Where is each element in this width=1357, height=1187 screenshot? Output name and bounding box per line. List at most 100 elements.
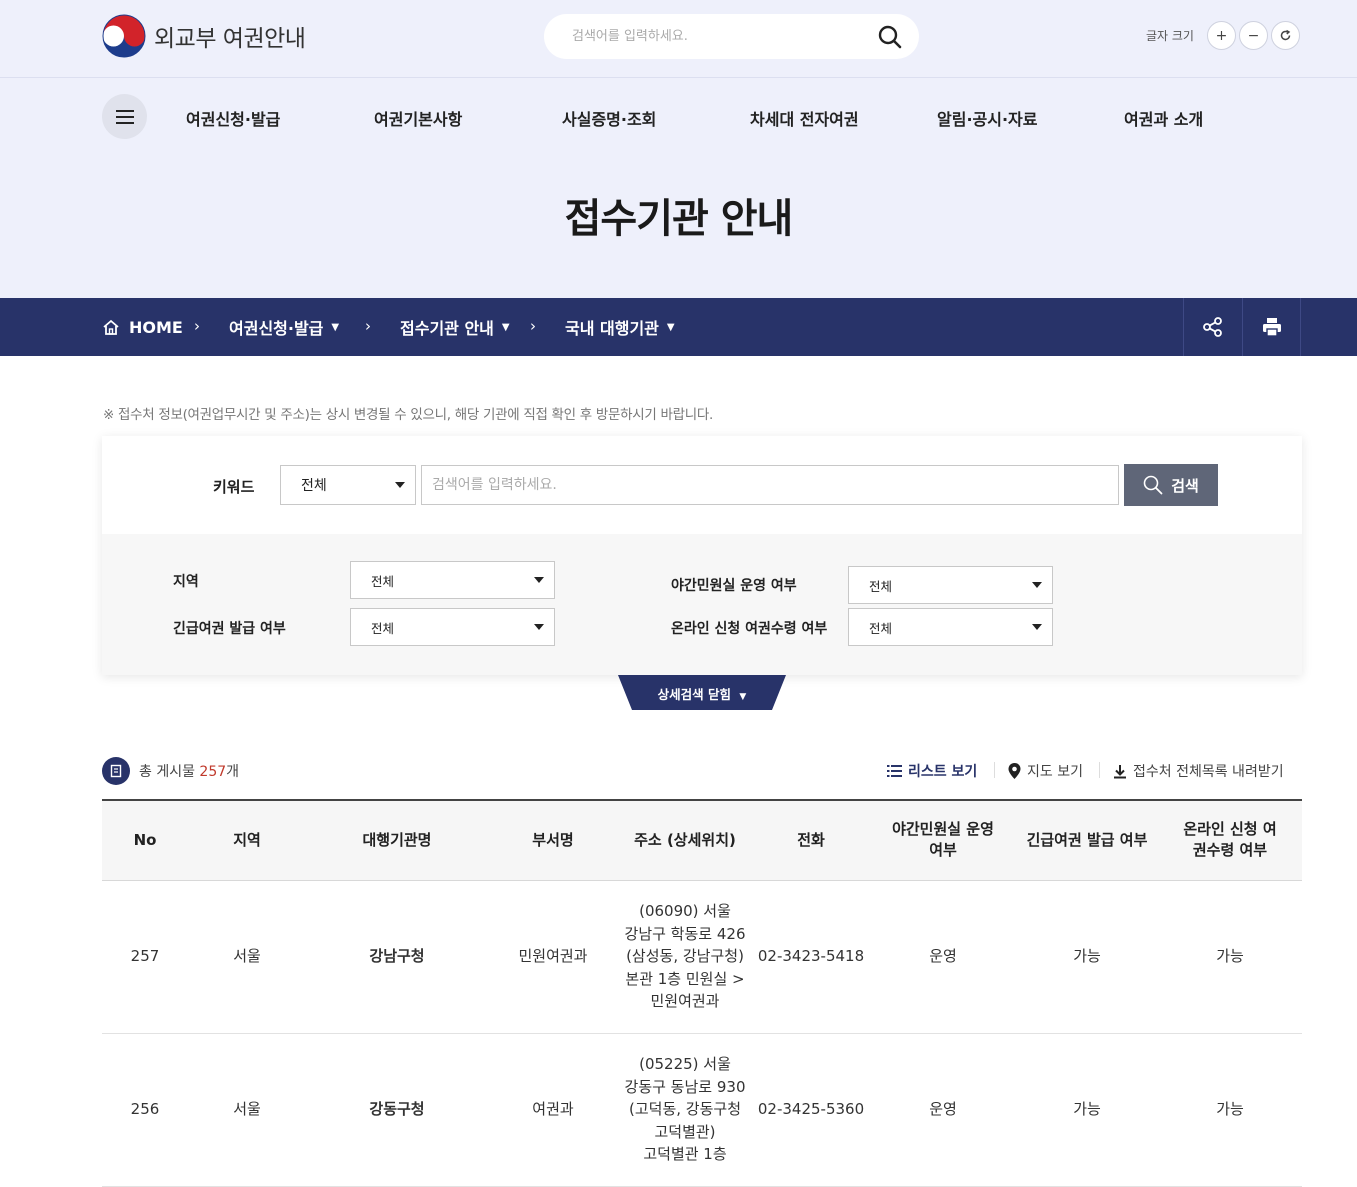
gnb-item-passport-basics[interactable]: 여권기본사항 [374, 106, 462, 130]
chevron-right-icon: › [530, 317, 536, 335]
filter-select-region[interactable]: 전체 [350, 561, 555, 599]
address-line: (05225) 서울 [639, 1055, 731, 1074]
font-size-label: 글자 크기 [1146, 29, 1194, 43]
keyword-type-select[interactable]: 전체 [280, 465, 416, 505]
cell-agency-name[interactable]: 강남구청 [306, 880, 488, 1034]
keyword-input[interactable] [421, 465, 1119, 505]
detail-search-area: 지역 전체 야간민원실 운영 여부 전체 긴급여권 발급 여부 전체 온라인 신… [102, 534, 1302, 675]
top-bar: 외교부 여권안내 글자 크기 + − [0, 0, 1357, 78]
map-view-label: 지도 보기 [1027, 764, 1083, 780]
breadcrumb-level3-label: 국내 대행기관 [565, 319, 659, 338]
agency-table: No 지역 대행기관명 부서명 주소 (상세위치) 전화 야간민원실 운영 여부… [102, 799, 1302, 1187]
gnb-item-passport-apply[interactable]: 여권신청·발급 [186, 106, 280, 130]
share-icon [1203, 317, 1222, 337]
list-view-link[interactable]: 리스트 보기 [887, 761, 977, 781]
breadcrumb-level3[interactable]: 국내 대행기관 ▼ [565, 298, 675, 356]
filter-value-emergency: 전체 [371, 620, 395, 636]
column-header: 부서명 [488, 800, 618, 881]
total-count-text: 총 게시물 257개 [139, 761, 239, 781]
search-panel: 키워드 전체 검색 지역 전체 야간민원실 운영 여부 전체 긴급여권 발급 여… [102, 436, 1302, 675]
column-header: 주소 (상세위치) [618, 800, 752, 881]
detail-search-toggle[interactable]: 상세검색 닫힘 ▼ [618, 675, 786, 710]
page-title: 접수기관 안내 [564, 196, 794, 242]
chevron-right-icon: › [365, 317, 371, 335]
font-size-decrease-button[interactable]: − [1238, 21, 1268, 50]
download-icon [1114, 764, 1126, 778]
breadcrumb-home-label: HOME [129, 317, 183, 337]
taegeuk-logo-icon [102, 14, 146, 58]
map-view-link[interactable]: 지도 보기 [1008, 761, 1083, 781]
cell-department: 여권과 [488, 1033, 618, 1187]
caret-down-icon [395, 482, 405, 488]
table-header-row: No 지역 대행기관명 부서명 주소 (상세위치) 전화 야간민원실 운영 여부… [102, 800, 1302, 881]
print-icon [1262, 318, 1281, 337]
cell-no: 257 [102, 880, 188, 1034]
document-icon [102, 757, 130, 785]
font-size-increase-button[interactable]: + [1206, 21, 1236, 50]
cell-emergency: 가능 [1016, 1033, 1158, 1187]
list-view-label: 리스트 보기 [908, 764, 978, 780]
download-list-label: 접수처 전체목록 내려받기 [1133, 764, 1284, 780]
address-line: 강남구 학동로 426 [624, 924, 746, 943]
notice-text: ※ 접수처 정보(여권업무시간 및 주소)는 상시 변경될 수 있으니, 해당 … [103, 407, 713, 423]
print-button[interactable] [1242, 298, 1301, 356]
caret-down-icon [1032, 582, 1042, 588]
keyword-search-button-label: 검색 [1171, 476, 1199, 495]
all-menu-button[interactable] [102, 94, 147, 139]
cell-address: (05225) 서울 강동구 동남로 930 (고덕동, 강동구청 고덕별관) … [618, 1033, 752, 1187]
font-size-control: 글자 크기 + − [1146, 21, 1300, 50]
address-line: 강동구 동남로 930 [624, 1077, 746, 1096]
keyword-row: 키워드 전체 검색 [102, 436, 1302, 534]
keyword-type-value: 전체 [301, 478, 327, 494]
address-line: 본관 1층 민원실 > [625, 969, 745, 988]
cell-phone: 02-3425-5360 [752, 1033, 870, 1187]
download-list-link[interactable]: 접수처 전체목록 내려받기 [1113, 761, 1284, 781]
address-line: 고덕별관 1층 [643, 1145, 727, 1164]
filter-select-night-office[interactable]: 전체 [848, 566, 1053, 604]
cell-agency-name[interactable]: 강동구청 [306, 1033, 488, 1187]
filter-label-region: 지역 [173, 574, 199, 590]
gnb-item-certificates[interactable]: 사실증명·조회 [562, 106, 656, 130]
table-row: 256 서울 강동구청 여권과 (05225) 서울 강동구 동남로 930 (… [102, 1033, 1302, 1187]
top-search-input[interactable] [572, 29, 862, 44]
hamburger-icon [115, 109, 134, 124]
cell-region: 서울 [188, 1033, 306, 1187]
toggle-label-text: 상세검색 닫힘 [657, 687, 732, 702]
refresh-icon [1280, 29, 1291, 41]
filter-value-region: 전체 [371, 573, 395, 589]
share-button[interactable] [1183, 298, 1242, 356]
search-icon[interactable] [877, 24, 903, 50]
global-nav: 여권신청·발급 여권기본사항 사실증명·조회 차세대 전자여권 알림·공시·자료… [0, 79, 1357, 155]
address-line: (고덕동, 강동구청 [629, 1100, 741, 1119]
caret-down-icon: ▼ [739, 692, 747, 702]
list-icon [887, 765, 902, 777]
font-size-reset-button[interactable] [1270, 21, 1300, 50]
filter-label-night-office: 야간민원실 운영 여부 [671, 578, 797, 594]
address-line: 민원여권과 [650, 992, 720, 1011]
breadcrumb-level1[interactable]: 여권신청·발급 ▼ [229, 298, 339, 356]
filter-label-online: 온라인 신청 여권수령 여부 [671, 621, 828, 637]
breadcrumb-level2[interactable]: 접수기관 안내 ▼ [400, 298, 510, 356]
keyword-search-button[interactable]: 검색 [1124, 464, 1218, 506]
column-header: 온라인 신청 여권수령 여부 [1158, 800, 1302, 881]
count-number: 257 [199, 764, 227, 780]
divider [1099, 762, 1100, 778]
cell-no: 256 [102, 1033, 188, 1187]
breadcrumb-level1-label: 여권신청·발급 [229, 319, 324, 338]
filter-select-online[interactable]: 전체 [848, 608, 1053, 646]
count-suffix: 개 [226, 764, 240, 780]
breadcrumb-level2-label: 접수기관 안내 [400, 319, 494, 338]
gnb-item-e-passport[interactable]: 차세대 전자여권 [750, 106, 859, 130]
table-row: 257 서울 강남구청 민원여권과 (06090) 서울 강남구 학동로 426… [102, 880, 1302, 1034]
filter-select-emergency[interactable]: 전체 [350, 608, 555, 646]
address-line: (06090) 서울 [639, 902, 731, 921]
count-prefix: 총 게시물 [139, 764, 200, 780]
total-count: 총 게시물 257개 [102, 757, 239, 785]
site-logo[interactable]: 외교부 여권안내 [102, 14, 306, 58]
breadcrumb-home[interactable]: HOME [102, 298, 183, 356]
gnb-item-notices[interactable]: 알림·공시·자료 [937, 106, 1037, 130]
filter-value-night-office: 전체 [869, 578, 893, 594]
gnb-item-about[interactable]: 여권과 소개 [1124, 106, 1203, 130]
cell-department: 민원여권과 [488, 880, 618, 1034]
cell-emergency: 가능 [1016, 880, 1158, 1034]
